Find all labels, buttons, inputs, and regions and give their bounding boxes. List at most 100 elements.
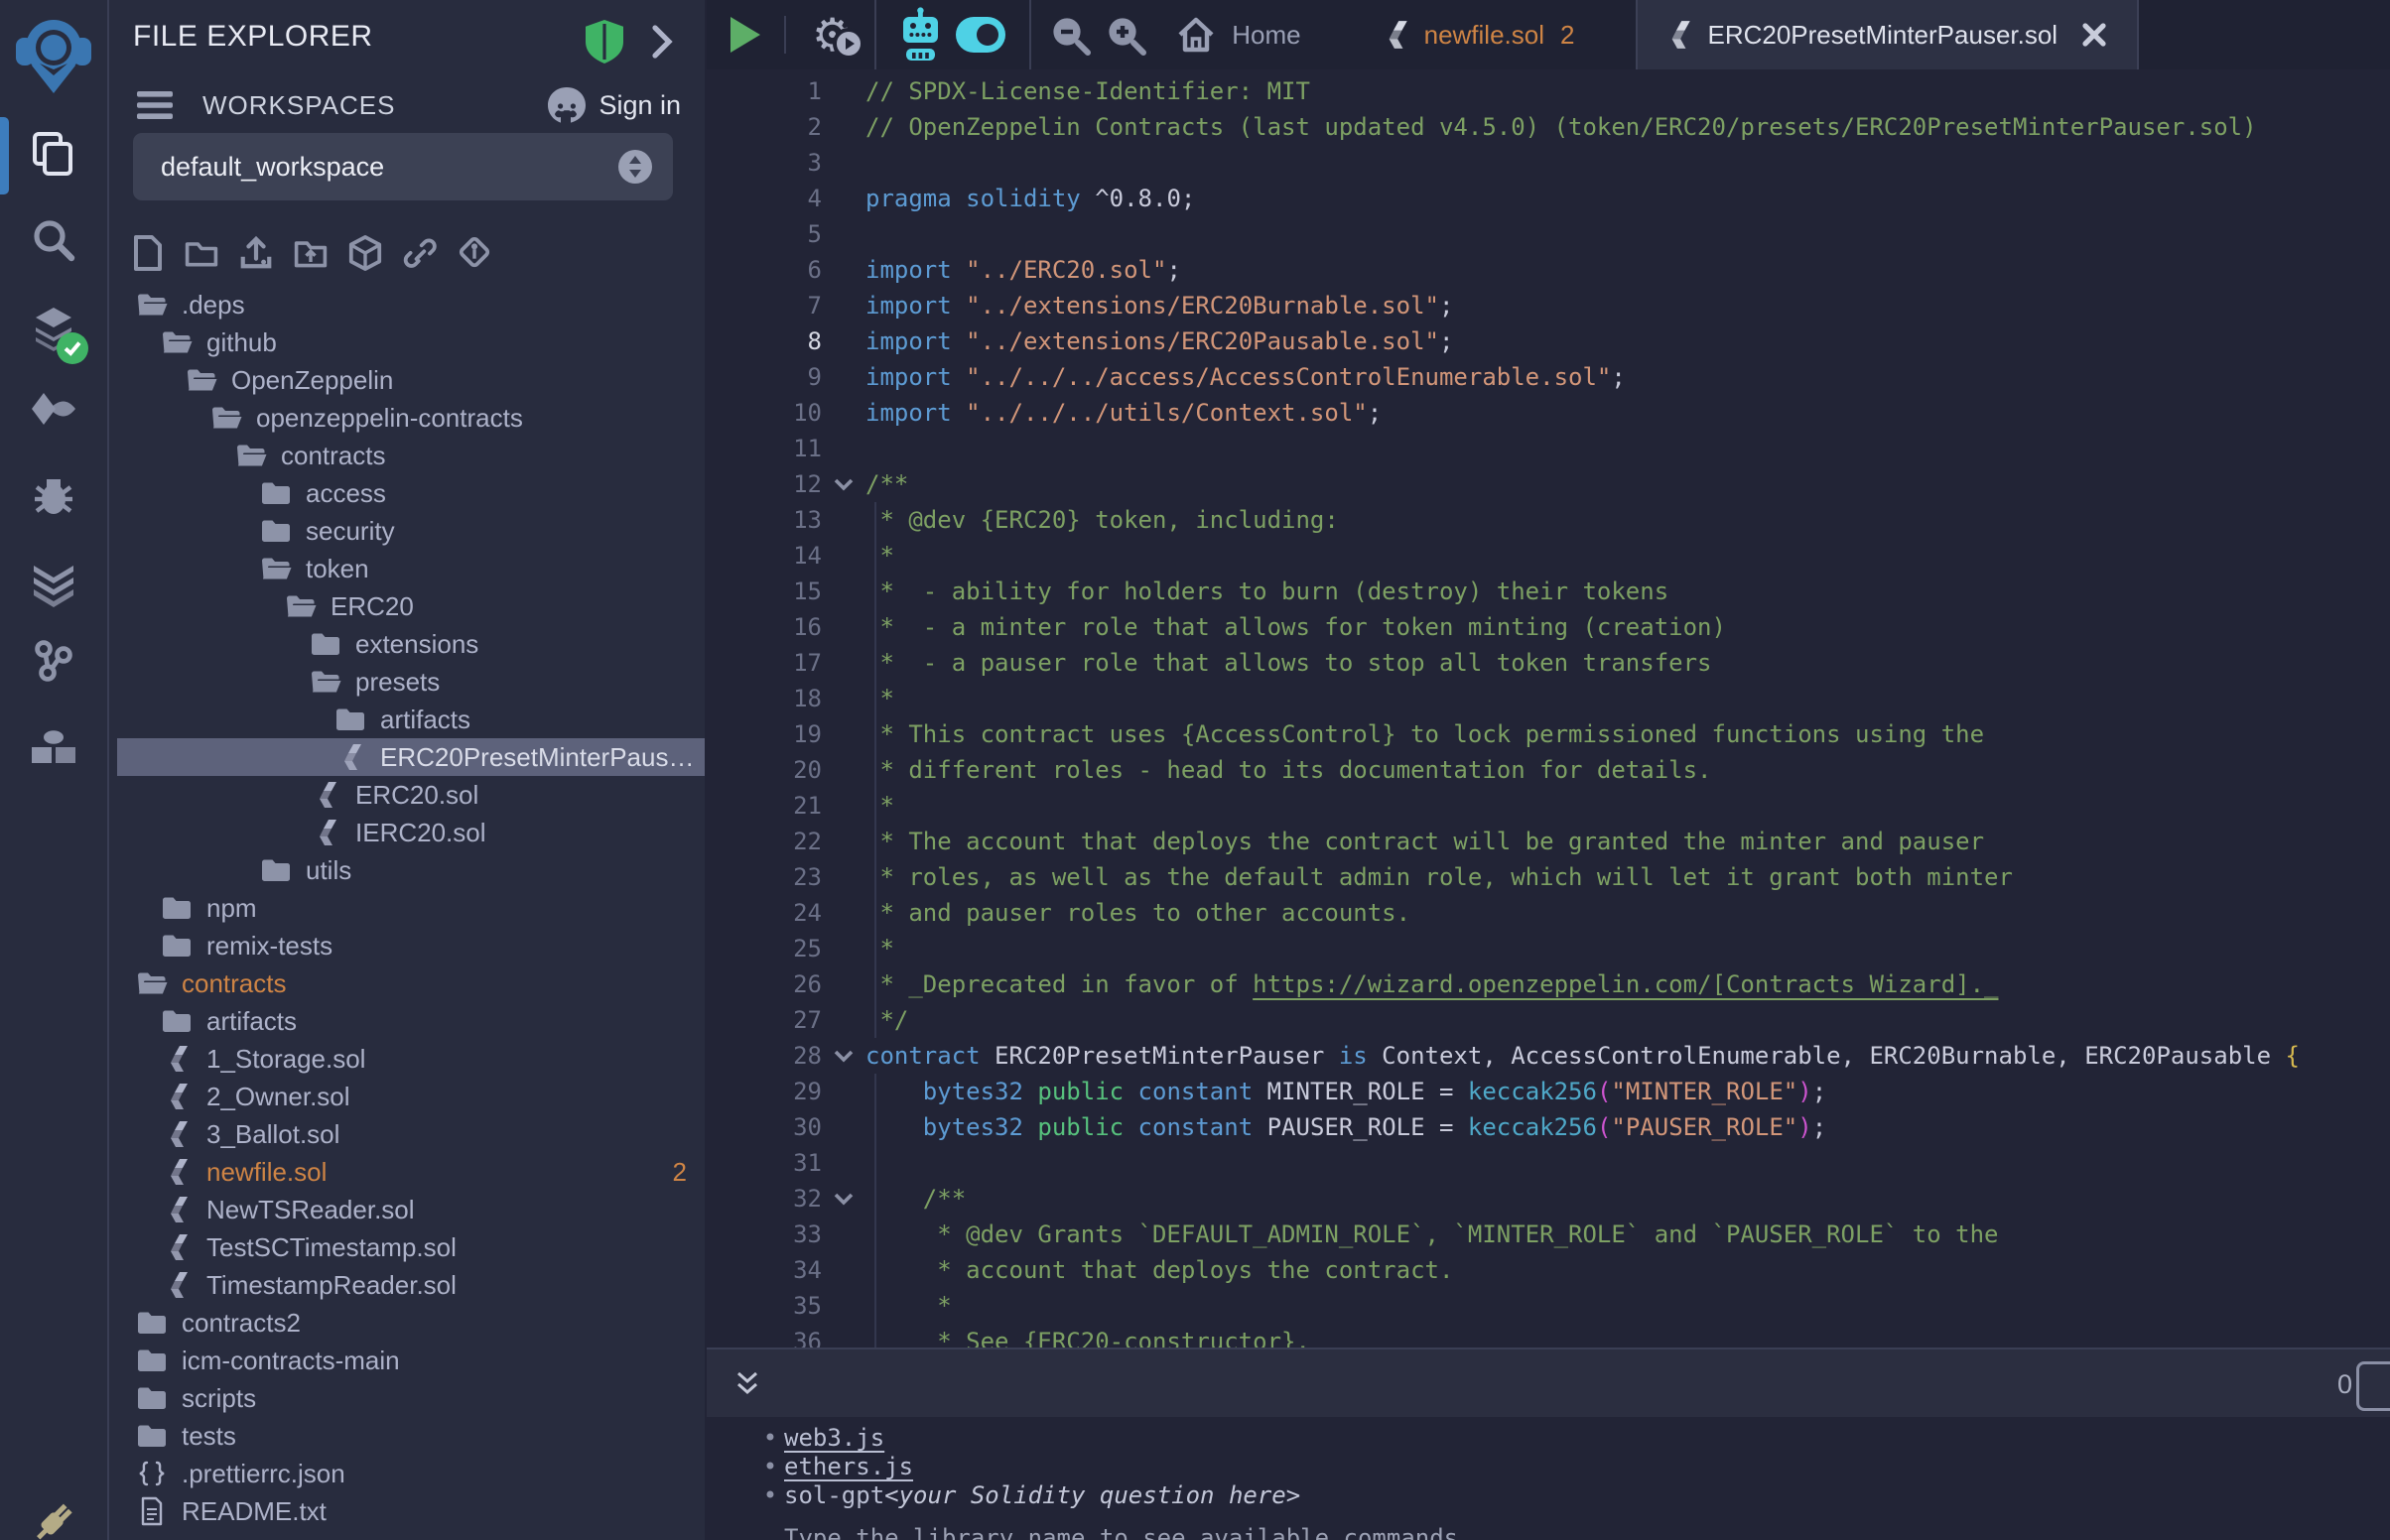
code-token: ) xyxy=(1797,1113,1811,1141)
code-token: pragma solidity xyxy=(865,185,1081,212)
tree-file-.prettierrc.json[interactable]: .prettierrc.json xyxy=(117,1455,705,1492)
debugger-icon[interactable] xyxy=(0,473,107,521)
code-line-35: 35 * xyxy=(707,1288,2390,1324)
tree-folder-contracts2[interactable]: contracts2 xyxy=(117,1304,705,1342)
tree-file-NewTSReader.sol[interactable]: NewTSReader.sol xyxy=(117,1191,705,1228)
code-token: bytes32 xyxy=(923,1078,1023,1105)
folder-open-icon xyxy=(160,328,194,356)
deploy-run-icon[interactable] xyxy=(0,389,107,437)
double-chevron-down-icon[interactable] xyxy=(732,1367,762,1401)
tree-folder-artifacts[interactable]: artifacts xyxy=(117,1002,705,1040)
chevron-right-icon[interactable] xyxy=(645,20,679,64)
git-icon[interactable] xyxy=(0,637,107,685)
tree-file-README.txt[interactable]: README.txt xyxy=(117,1492,705,1530)
tree-folder-remix-tests[interactable]: remix-tests xyxy=(117,927,705,964)
code-token: * xyxy=(865,935,894,962)
tree-folder-github[interactable]: github xyxy=(117,323,705,361)
tree-folder-ERC20[interactable]: ERC20 xyxy=(117,587,705,625)
tree-folder-contracts[interactable]: contracts xyxy=(117,964,705,1002)
tree-file-3_Ballot.sol[interactable]: 3_Ballot.sol xyxy=(117,1115,705,1153)
tree-file-ERC20PresetMinterPauser...[interactable]: ERC20PresetMinterPauser... xyxy=(117,738,705,776)
code-line-12: 12/** xyxy=(707,466,2390,502)
line-number: 23 xyxy=(707,863,822,891)
tree-folder-security[interactable]: security xyxy=(117,512,705,550)
tree-folder-token[interactable]: token xyxy=(117,550,705,587)
line-number: 32 xyxy=(707,1185,822,1213)
code-editor[interactable]: 1// SPDX-License-Identifier: MIT2// Open… xyxy=(707,69,2390,1348)
bullet: • xyxy=(756,1481,784,1509)
solidity-file-icon xyxy=(1663,19,1693,51)
tree-file-TestSCTimestamp.sol[interactable]: TestSCTimestamp.sol xyxy=(117,1228,705,1266)
ai-toggle[interactable] xyxy=(956,17,1005,53)
fold-chevron-icon[interactable] xyxy=(822,1186,865,1212)
tab-Home[interactable]: Home xyxy=(1148,0,1326,69)
tab-newfile.sol[interactable]: newfile.sol2 xyxy=(1355,0,1601,69)
unit-testing-icon[interactable] xyxy=(0,562,107,607)
plugin-manager-icon[interactable] xyxy=(0,723,107,769)
zoom-out-icon[interactable] xyxy=(1047,12,1093,58)
tree-folder-.deps[interactable]: .deps xyxy=(117,286,705,323)
tree-item-label: NewTSReader.sol xyxy=(206,1195,415,1225)
git-clone-icon[interactable] xyxy=(457,230,492,276)
upload-folder-icon[interactable] xyxy=(293,230,329,276)
tree-folder-contracts[interactable]: contracts xyxy=(117,437,705,474)
terminal-placeholder-text: <your Solidity question here> xyxy=(884,1481,1300,1509)
github-sign-in-button[interactable]: Sign in xyxy=(545,85,681,125)
tree-file-TimestampReader.sol[interactable]: TimestampReader.sol xyxy=(117,1266,705,1304)
code-line-25: 25 * xyxy=(707,931,2390,966)
ai-robot-icon[interactable] xyxy=(894,7,946,63)
code-token: * account that deploys the contract. xyxy=(865,1256,1453,1284)
tree-file-newfile.sol[interactable]: newfile.sol2 xyxy=(117,1153,705,1191)
tree-folder-OpenZeppelin[interactable]: OpenZeppelin xyxy=(117,361,705,399)
code-token: * _Deprecated in favor of xyxy=(865,970,1253,998)
tree-folder-access[interactable]: access xyxy=(117,474,705,512)
terminal-link[interactable]: web3.js xyxy=(784,1424,884,1452)
terminal-link[interactable]: ethers.js xyxy=(784,1453,913,1480)
tree-file-1_Storage.sol[interactable]: 1_Storage.sol xyxy=(117,1040,705,1078)
zoom-in-icon[interactable] xyxy=(1103,12,1148,58)
tree-file-2_Owner.sol[interactable]: 2_Owner.sol xyxy=(117,1078,705,1115)
tree-folder-openzeppelin-contracts[interactable]: openzeppelin-contracts xyxy=(117,399,705,437)
terminal-bar[interactable]: 0 xyxy=(707,1348,2390,1419)
code-token: // OpenZeppelin Contracts (last updated … xyxy=(865,113,2257,141)
tree-folder-extensions[interactable]: extensions xyxy=(117,625,705,663)
file-explorer-icon[interactable] xyxy=(0,129,107,179)
compile-settings-icon[interactable]: ⚙ xyxy=(812,12,853,58)
tree-folder-utils[interactable]: utils xyxy=(117,851,705,889)
terminal-search-box[interactable] xyxy=(2356,1361,2390,1411)
shield-icon[interactable] xyxy=(584,18,625,65)
new-folder-icon[interactable] xyxy=(184,230,219,276)
upload-file-icon[interactable] xyxy=(238,230,274,276)
solidity-compiler-icon[interactable] xyxy=(0,304,107,355)
tree-folder-presets[interactable]: presets xyxy=(117,663,705,701)
file-explorer-panel: FILE EXPLORER WORKSPACES Sign in default… xyxy=(109,0,705,1540)
run-play-icon[interactable] xyxy=(730,17,760,53)
activity-bar xyxy=(0,0,109,1540)
plug-icon[interactable] xyxy=(0,1494,107,1540)
hamburger-menu-icon[interactable] xyxy=(133,85,177,125)
cube-icon[interactable] xyxy=(347,230,383,276)
fold-chevron-icon[interactable] xyxy=(822,471,865,497)
line-number: 22 xyxy=(707,828,822,855)
code-token: "../../../access/AccessControlEnumerable… xyxy=(952,363,1612,391)
tree-folder-tests[interactable]: tests xyxy=(117,1417,705,1455)
tree-file-ERC20.sol[interactable]: ERC20.sol xyxy=(117,776,705,814)
tree-item-label: 2_Owner.sol xyxy=(206,1082,350,1112)
new-file-icon[interactable] xyxy=(129,230,165,276)
sol-icon xyxy=(160,1157,194,1187)
close-icon[interactable] xyxy=(2077,18,2111,52)
tree-folder-npm[interactable]: npm xyxy=(117,889,705,927)
tree-folder-artifacts[interactable]: artifacts xyxy=(117,701,705,738)
search-icon[interactable] xyxy=(0,216,107,264)
fold-chevron-icon[interactable] xyxy=(822,1043,865,1069)
tree-folder-scripts[interactable]: scripts xyxy=(117,1379,705,1417)
tab-ERC20PresetMinterPauser.sol[interactable]: ERC20PresetMinterPauser.sol xyxy=(1636,0,2139,69)
tree-folder-icm-contracts-main[interactable]: icm-contracts-main xyxy=(117,1342,705,1379)
code-token: */ xyxy=(865,1006,908,1034)
workspace-selector[interactable]: default_workspace xyxy=(133,133,673,200)
tree-file-IERC20.sol[interactable]: IERC20.sol xyxy=(117,814,705,851)
tree-item-label: TestSCTimestamp.sol xyxy=(206,1232,457,1263)
link-icon[interactable] xyxy=(402,230,438,276)
code-line-24: 24 * and pauser roles to other accounts. xyxy=(707,895,2390,931)
code-line-20: 20 * different roles - head to its docum… xyxy=(707,752,2390,788)
